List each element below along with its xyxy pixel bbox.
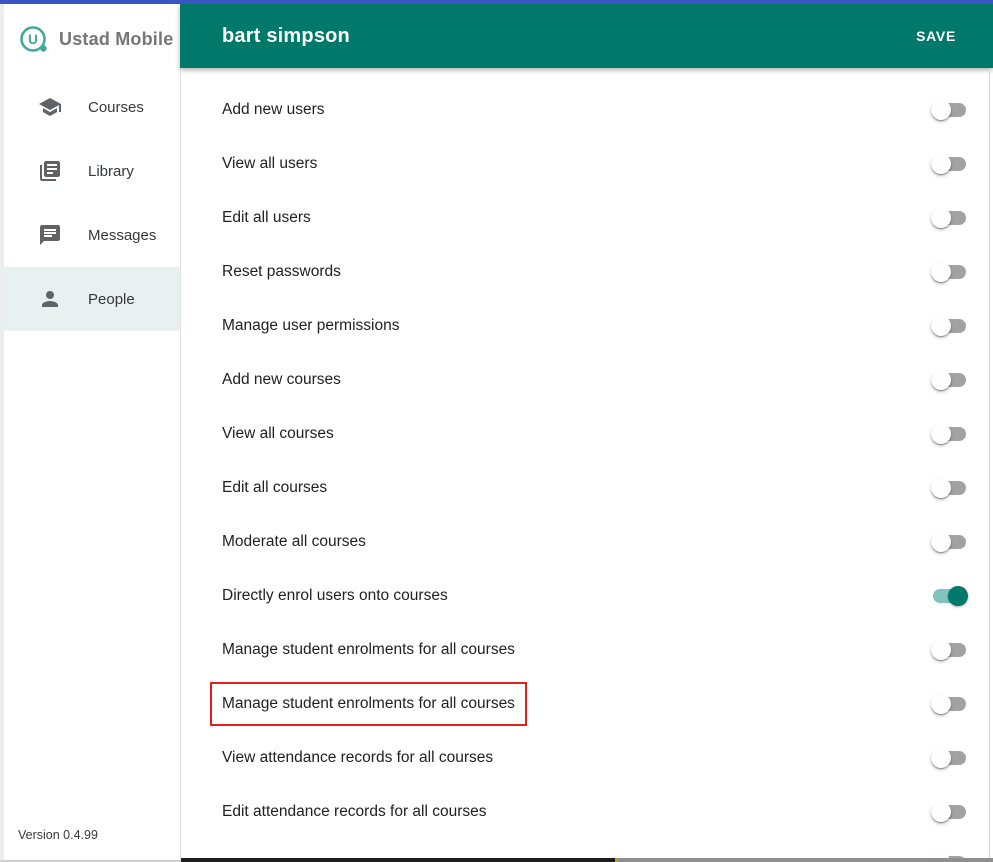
permission-row: Moderate all courses bbox=[181, 515, 993, 569]
permission-row: Manage user permissions bbox=[181, 299, 993, 353]
toggle-thumb bbox=[931, 478, 951, 498]
sidebar-item-courses[interactable]: Courses bbox=[4, 75, 180, 139]
library-books-icon bbox=[38, 159, 62, 183]
toggle-thumb bbox=[931, 694, 951, 714]
permission-label: Moderate all courses bbox=[222, 533, 366, 550]
toggle-switch[interactable] bbox=[931, 100, 968, 120]
permission-label: Directly enrol users onto courses bbox=[222, 587, 448, 604]
permission-row: Edit all courses bbox=[181, 461, 993, 515]
taskbar-edge bbox=[181, 858, 615, 862]
permission-row: Manage student enrolments for all course… bbox=[181, 677, 993, 731]
app-bar: bart simpson SAVE bbox=[180, 4, 993, 68]
permission-row: Manage student enrolments for all course… bbox=[181, 623, 993, 677]
sidebar-item-label: Messages bbox=[88, 226, 157, 244]
svg-text:U: U bbox=[28, 32, 38, 47]
toggle-thumb bbox=[948, 586, 968, 606]
toggle-switch[interactable] bbox=[931, 640, 968, 660]
permission-label: Add new courses bbox=[222, 371, 341, 388]
toggle-switch[interactable] bbox=[931, 262, 968, 282]
toggle-thumb bbox=[931, 262, 951, 282]
sidebar-item-messages[interactable]: Messages bbox=[4, 203, 180, 267]
toggle-thumb bbox=[931, 154, 951, 174]
permission-label: View attendance records for all courses bbox=[222, 749, 494, 766]
permission-row: Edit all users bbox=[181, 191, 993, 245]
toggle-switch[interactable] bbox=[931, 748, 968, 768]
sidebar-nav: Courses Library Messages People bbox=[4, 75, 180, 331]
ustad-mobile-logo-icon: U bbox=[20, 25, 47, 52]
toggle-switch[interactable] bbox=[931, 802, 968, 822]
window-right-edge bbox=[989, 70, 990, 858]
sidebar-item-label: Library bbox=[88, 162, 134, 180]
toggle-switch[interactable] bbox=[931, 154, 968, 174]
permissions-list: Add new users View all users Edit all us… bbox=[181, 68, 993, 862]
app-logo: U Ustad Mobile bbox=[4, 4, 180, 75]
toggle-switch[interactable] bbox=[931, 694, 968, 714]
permission-label: Reset passwords bbox=[222, 263, 341, 280]
toggle-thumb bbox=[931, 748, 951, 768]
toggle-switch[interactable] bbox=[931, 532, 968, 552]
toggle-thumb bbox=[931, 640, 951, 660]
version-label: Version 0.4.99 bbox=[18, 828, 98, 842]
permission-row: View all users bbox=[181, 137, 993, 191]
toggle-thumb bbox=[931, 100, 951, 120]
permission-label-highlighted: Manage student enrolments for all course… bbox=[210, 682, 527, 726]
sidebar-item-library[interactable]: Library bbox=[4, 139, 180, 203]
page-title: bart simpson bbox=[222, 24, 350, 47]
toggle-switch[interactable] bbox=[931, 370, 968, 390]
permission-label: View all users bbox=[222, 155, 318, 172]
permission-label: Edit attendance records for all courses bbox=[222, 803, 487, 820]
permission-row: Reset passwords bbox=[181, 245, 993, 299]
toggle-thumb bbox=[931, 424, 951, 444]
sidebar-item-label: Courses bbox=[88, 98, 144, 116]
permission-label: Edit all users bbox=[222, 209, 311, 226]
permission-label: Add new users bbox=[222, 101, 325, 118]
sidebar-item-label: People bbox=[88, 290, 135, 308]
permission-label: Manage student enrolments for all course… bbox=[222, 641, 515, 658]
toggle-thumb bbox=[931, 316, 951, 336]
permission-label: View all courses bbox=[222, 425, 334, 442]
sidebar-item-people[interactable]: People bbox=[4, 267, 180, 331]
permission-row: Edit attendance records for all courses bbox=[181, 785, 993, 839]
permission-row: Add new courses bbox=[181, 353, 993, 407]
permission-row: View all courses bbox=[181, 407, 993, 461]
courses-school-icon bbox=[38, 95, 62, 119]
toggle-switch[interactable] bbox=[931, 586, 968, 606]
toggle-thumb bbox=[931, 532, 951, 552]
permission-row: Add new users bbox=[181, 83, 993, 137]
window-top-edge bbox=[0, 0, 993, 4]
toggle-switch[interactable] bbox=[931, 424, 968, 444]
taskbar-edge-gray bbox=[618, 858, 993, 862]
permission-label: Manage user permissions bbox=[222, 317, 400, 334]
permission-label: Edit all courses bbox=[222, 479, 328, 496]
toggle-thumb bbox=[931, 370, 951, 390]
permission-row: View attendance records for all courses bbox=[181, 731, 993, 785]
toggle-thumb bbox=[931, 802, 951, 822]
app-title: Ustad Mobile bbox=[59, 29, 174, 49]
people-person-icon bbox=[38, 287, 62, 311]
save-button[interactable]: SAVE bbox=[912, 22, 960, 50]
messages-chat-icon bbox=[38, 223, 62, 247]
toggle-thumb bbox=[931, 208, 951, 228]
toggle-switch[interactable] bbox=[931, 316, 968, 336]
sidebar: U Ustad Mobile Courses Library Messages … bbox=[4, 4, 181, 860]
toggle-switch[interactable] bbox=[931, 478, 968, 498]
permission-row: Directly enrol users onto courses bbox=[181, 569, 993, 623]
toggle-switch[interactable] bbox=[931, 208, 968, 228]
